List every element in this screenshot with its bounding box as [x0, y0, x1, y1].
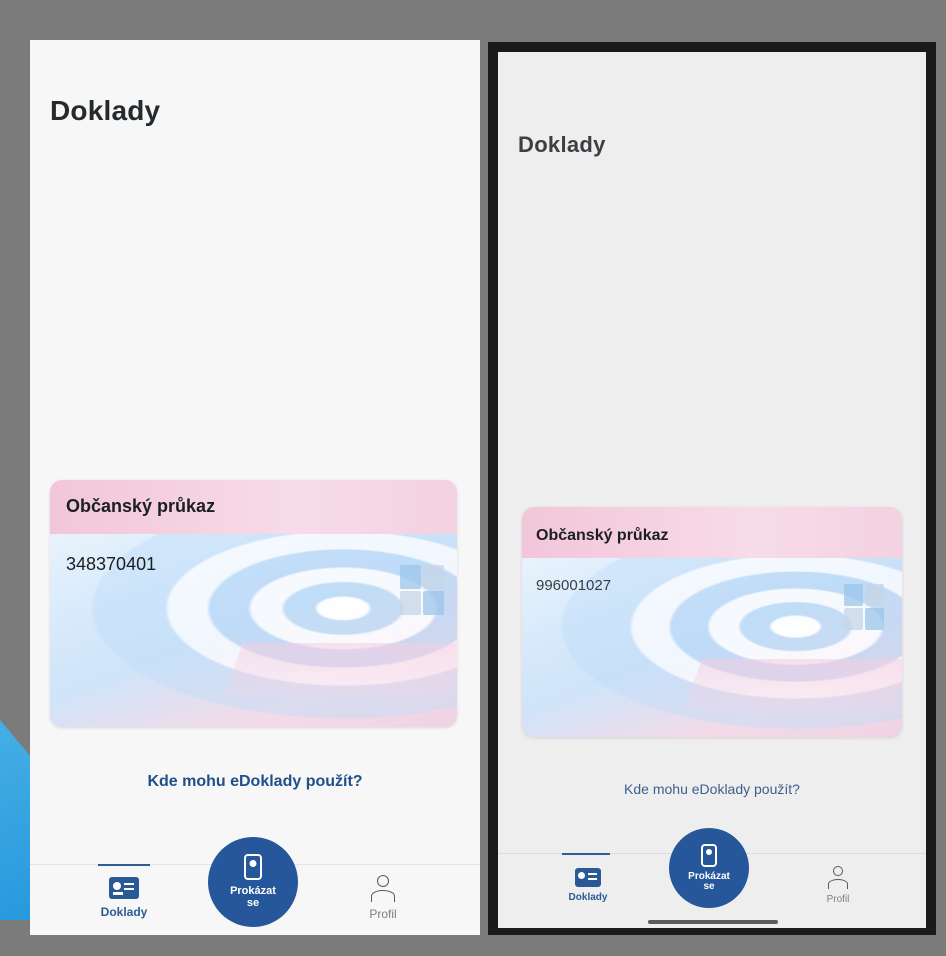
nav-label-profil: Profil — [369, 907, 397, 921]
nav-tab-doklady[interactable]: Doklady — [558, 868, 618, 903]
nav-tab-doklady[interactable]: Doklady — [90, 877, 158, 919]
card-number: 996001027 — [536, 577, 612, 594]
prove-identity-button[interactable]: Prokázat se — [669, 828, 749, 908]
card-title: Občanský průkaz — [66, 496, 216, 516]
page-title: Doklady — [518, 132, 606, 157]
phone-id-icon — [244, 854, 262, 881]
nav-label-doklady: Doklady — [568, 892, 608, 903]
nav-label-profil: Profil — [826, 894, 850, 905]
prove-identity-label: Prokázat se — [688, 870, 730, 892]
nav-active-indicator — [562, 853, 610, 855]
nav-tab-profil[interactable]: Profil — [815, 866, 861, 905]
home-indicator[interactable] — [648, 920, 778, 924]
prove-identity-button[interactable]: Prokázat se — [208, 837, 298, 927]
person-icon — [826, 866, 850, 890]
id-card[interactable]: Občanský průkaz 348370401 — [50, 480, 457, 727]
left-phone-screen: Doklady Občanský průkaz 348370401 Kde mo… — [30, 40, 480, 935]
nav-label-doklady: Doklady — [100, 905, 148, 919]
right-phone-screen: Doklady Občanský průkaz 996001027 Kde mo… — [498, 52, 926, 928]
id-card-icon — [575, 868, 601, 887]
person-icon — [369, 875, 397, 903]
prove-identity-label: Prokázat se — [230, 885, 276, 909]
nav-active-indicator — [98, 864, 150, 866]
phone-id-icon — [701, 843, 717, 867]
card-title: Občanský průkaz — [536, 527, 669, 544]
card-number: 348370401 — [66, 554, 157, 574]
page-title: Doklady — [50, 95, 161, 126]
czech-emblem-icon — [400, 565, 444, 615]
nav-tab-profil[interactable]: Profil — [358, 875, 408, 921]
czech-emblem-icon — [844, 584, 884, 630]
where-to-use-link[interactable]: Kde mohu eDoklady použít? — [30, 773, 480, 791]
where-to-use-link[interactable]: Kde mohu eDoklady použít? — [498, 781, 926, 797]
id-card[interactable]: Občanský průkaz 996001027 — [522, 507, 902, 737]
id-card-icon — [109, 877, 139, 899]
